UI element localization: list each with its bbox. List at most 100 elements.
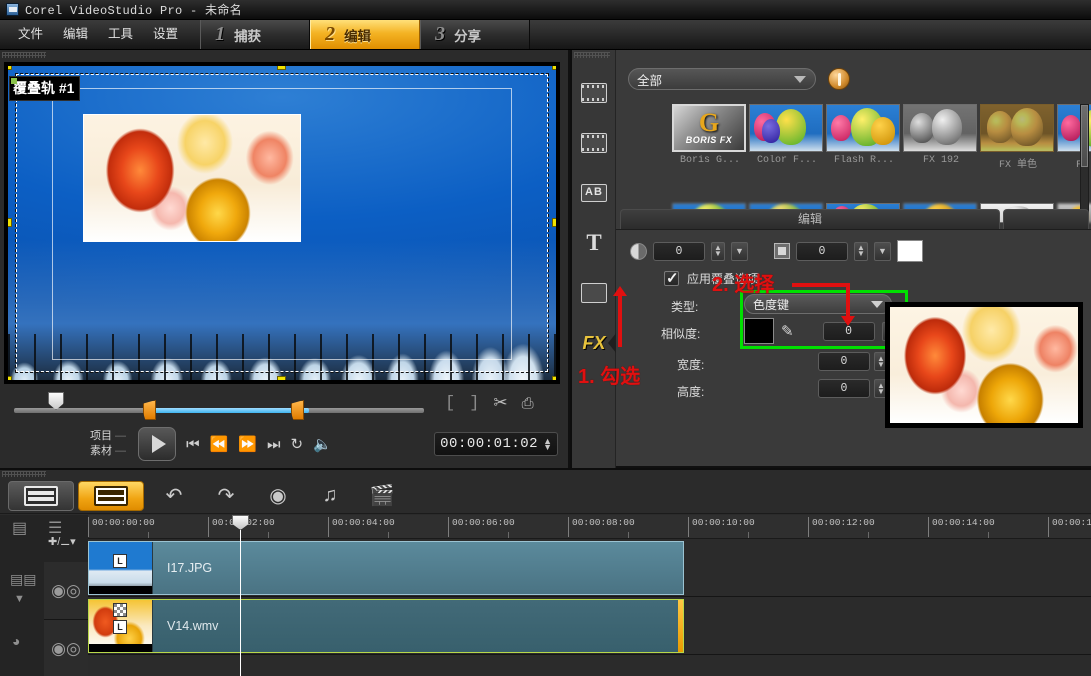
- mark-out-button[interactable]: ]: [469, 394, 479, 413]
- timecode-display[interactable]: 00:00:01:02 ▲ ▼: [434, 432, 558, 456]
- table-row[interactable]: L V14.wmv: [88, 597, 1091, 655]
- tab-edit[interactable]: 编辑: [620, 209, 1000, 229]
- panel-grip[interactable]: [2, 52, 46, 58]
- rail-item-graphic[interactable]: [572, 268, 616, 318]
- tab-secondary[interactable]: [1003, 209, 1089, 229]
- cut-clip-icon[interactable]: ✂: [493, 393, 507, 413]
- balloon-shape: [987, 111, 1013, 143]
- timeline-zoom-icon[interactable]: ▤▤: [10, 571, 36, 588]
- eyedropper-icon[interactable]: ✎: [781, 322, 794, 340]
- chroma-key-color-swatch[interactable]: [744, 318, 774, 344]
- resize-handle-ne[interactable]: [552, 66, 556, 70]
- add-remove-track-icon[interactable]: ✚/⚊▾: [48, 535, 76, 548]
- export-frame-icon[interactable]: ⎙: [522, 395, 534, 412]
- border-width-stepper[interactable]: ▲ ▼: [854, 241, 868, 261]
- rail-item-transition[interactable]: [572, 118, 616, 168]
- library-filter-dropdown[interactable]: 全部: [628, 68, 816, 90]
- resize-handle-sw[interactable]: [8, 376, 12, 380]
- smart-package-button[interactable]: 🎬: [356, 483, 408, 508]
- effect-item[interactable]: Flash R...: [826, 104, 902, 203]
- effect-item[interactable]: G BORIS FX Boris G...: [672, 104, 748, 203]
- effect-item[interactable]: FX 单色: [980, 104, 1056, 203]
- effect-thumbnail[interactable]: G BORIS FX: [672, 104, 746, 152]
- playback-mode-labels: 项目 素材: [90, 429, 126, 459]
- timeline-clip-video[interactable]: L V14.wmv: [88, 599, 684, 653]
- jump-start-icon[interactable]: ⏮: [186, 437, 200, 452]
- effect-thumbnail[interactable]: [903, 104, 977, 152]
- scrollbar-thumb[interactable]: [1081, 105, 1088, 167]
- timeline-grip[interactable]: [2, 471, 46, 477]
- next-frame-icon[interactable]: ⏩: [238, 437, 257, 452]
- repeat-icon[interactable]: ↻: [290, 437, 303, 452]
- preview-canvas[interactable]: 覆叠轨 #1: [4, 62, 560, 384]
- border-width-input[interactable]: 0: [796, 241, 848, 261]
- batch-convert-button[interactable]: ◉: [252, 483, 304, 508]
- opacity-input[interactable]: 0: [653, 241, 705, 261]
- trim-out-marker[interactable]: [291, 400, 304, 420]
- menu-item-tools[interactable]: 工具: [98, 20, 143, 49]
- clip-mode-label[interactable]: 素材: [90, 444, 126, 459]
- fit-timeline-icon[interactable]: ▼: [14, 593, 25, 605]
- opacity-icon: [630, 242, 647, 260]
- timecode-stepper[interactable]: ▲ ▼: [543, 437, 552, 452]
- menu-item-settings[interactable]: 设置: [143, 20, 188, 49]
- border-color-swatch[interactable]: [897, 240, 923, 262]
- volume-icon[interactable]: 🔈: [313, 437, 332, 452]
- media-icon: [581, 83, 607, 103]
- trim-in-marker[interactable]: [143, 400, 156, 420]
- menu-item-edit[interactable]: 编辑: [53, 20, 98, 49]
- prev-frame-icon[interactable]: ⏪: [210, 437, 229, 452]
- mute-track-icon[interactable]: ◕: [12, 633, 20, 649]
- resize-handle-e[interactable]: [552, 218, 556, 227]
- opacity-stepper[interactable]: ▲ ▼: [711, 241, 725, 261]
- effect-item[interactable]: Color F...: [749, 104, 825, 203]
- rail-grip[interactable]: [574, 52, 610, 58]
- track-manager-icon[interactable]: ▤: [12, 518, 27, 538]
- overlay-track-header[interactable]: ◉◎: [44, 620, 88, 676]
- resize-handle-s[interactable]: [277, 376, 286, 380]
- width-input[interactable]: 0: [818, 352, 870, 371]
- add-media-button[interactable]: [828, 68, 850, 90]
- redo-button[interactable]: ↷: [200, 483, 252, 508]
- step-tab-share[interactable]: 3 分享: [420, 20, 531, 49]
- scrub-track[interactable]: [14, 408, 424, 413]
- resize-handle-se[interactable]: [552, 376, 556, 380]
- resize-handle-nw[interactable]: [8, 66, 12, 70]
- play-button[interactable]: [138, 427, 177, 461]
- clip-thumbnail: L: [89, 600, 153, 652]
- undo-button[interactable]: ↶: [148, 483, 200, 508]
- audio-mixer-button[interactable]: ♫: [304, 484, 356, 507]
- storyboard-view-button[interactable]: [8, 480, 74, 511]
- height-input[interactable]: 0: [818, 379, 870, 398]
- apply-overlay-checkbox[interactable]: [664, 269, 679, 287]
- timeline-clip-image[interactable]: L I17.JPG: [88, 541, 684, 595]
- menu-item-file[interactable]: 文件: [8, 20, 53, 49]
- jump-end-icon[interactable]: ⏭: [267, 437, 281, 452]
- effect-thumbnail[interactable]: [749, 104, 823, 152]
- resize-handle-w[interactable]: [8, 218, 12, 227]
- overlay-type-dropdown[interactable]: 色度键: [744, 294, 892, 314]
- effect-item[interactable]: FX 192: [903, 104, 979, 203]
- border-menu-button[interactable]: ▼: [874, 241, 891, 261]
- annotation-step-1: 1. 勾选: [578, 366, 641, 388]
- mark-in-button[interactable]: [: [445, 394, 455, 413]
- timeline-playhead[interactable]: [232, 515, 249, 676]
- table-row[interactable]: L I17.JPG: [88, 539, 1091, 597]
- step-number: 2: [325, 23, 336, 45]
- timeline-view-button[interactable]: [78, 480, 144, 511]
- boris-logo-icon: G: [698, 108, 720, 137]
- rail-item-title-ab[interactable]: AB: [572, 168, 616, 218]
- resize-handle-n[interactable]: [277, 66, 286, 70]
- effect-thumbnail[interactable]: [980, 104, 1054, 152]
- overlay-type-value: 色度键: [753, 297, 790, 312]
- opacity-menu-button[interactable]: ▼: [731, 241, 748, 261]
- rail-item-media[interactable]: [572, 68, 616, 118]
- step-tab-capture[interactable]: 1 捕获: [200, 20, 311, 49]
- video-track-header[interactable]: ◉◎: [44, 562, 88, 620]
- effect-thumbnail[interactable]: [826, 104, 900, 152]
- step-tab-edit[interactable]: 2 编辑: [310, 20, 421, 49]
- rail-item-text[interactable]: T: [572, 218, 616, 268]
- project-mode-label[interactable]: 项目: [90, 429, 126, 444]
- clip-trim-handle-right[interactable]: [678, 600, 683, 652]
- app-logo-icon: [6, 3, 19, 16]
